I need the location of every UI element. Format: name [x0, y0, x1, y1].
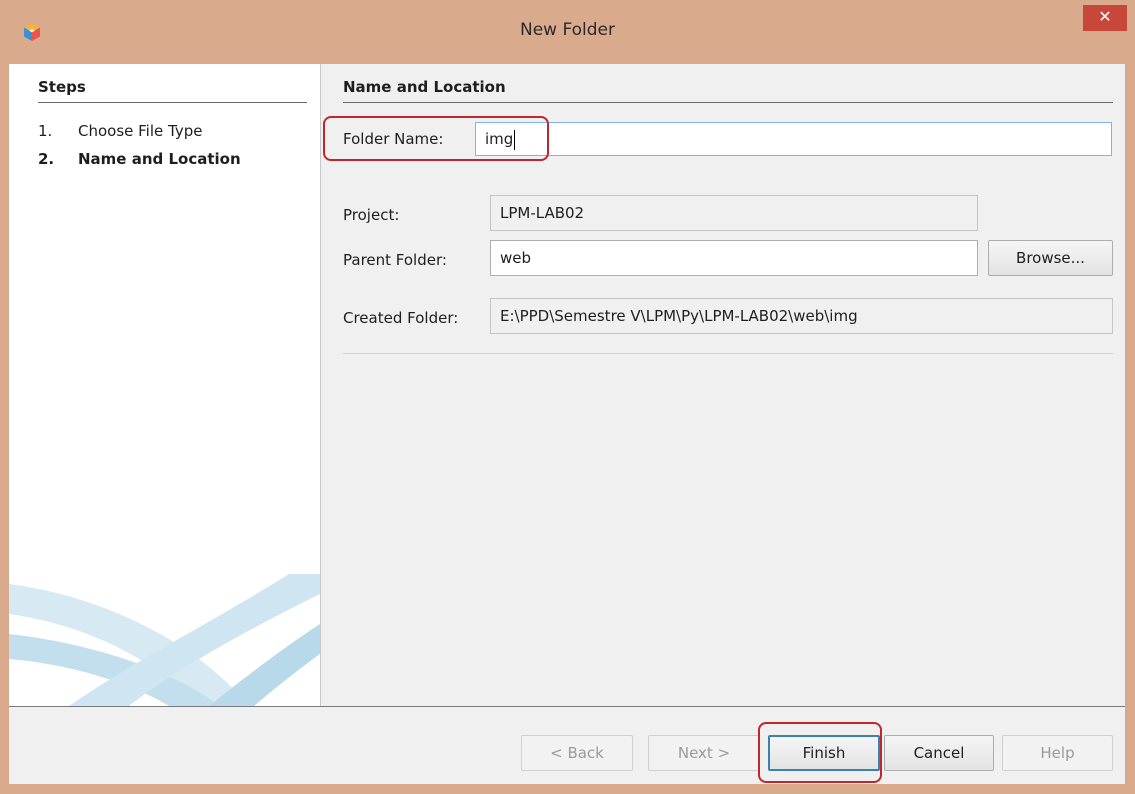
step-number: 1.: [38, 122, 53, 140]
panel-divider: [320, 64, 321, 706]
close-icon[interactable]: ✕: [1083, 5, 1127, 31]
form-separator: [343, 353, 1113, 354]
step-label: Choose File Type: [78, 122, 203, 140]
browse-button[interactable]: Browse...: [988, 240, 1113, 276]
title-bar[interactable]: New Folder ✕: [0, 0, 1135, 64]
parent-folder-field[interactable]: web: [490, 240, 978, 276]
folder-name-highlight: [323, 116, 549, 161]
step-label: Name and Location: [78, 150, 241, 168]
steps-panel: Steps 1. Choose File Type 2. Name and Loca…: [9, 64, 320, 706]
next-button[interactable]: Next >: [648, 735, 760, 771]
back-button[interactable]: < Back: [521, 735, 633, 771]
step-name-and-location: 2. Name and Location: [38, 150, 241, 168]
folder-name-field[interactable]: img: [475, 122, 1112, 156]
help-button[interactable]: Help: [1002, 735, 1113, 771]
section-divider: [343, 102, 1113, 103]
steps-divider: [38, 102, 307, 103]
created-folder-field: E:\PPD\Semestre V\LPM\Py\LPM-LAB02\web\i…: [490, 298, 1113, 334]
project-field: LPM-LAB02: [490, 195, 978, 231]
project-label: Project:: [343, 206, 400, 224]
parent-folder-label: Parent Folder:: [343, 251, 447, 269]
dialog-body: Steps 1. Choose File Type 2. Name and Loca…: [9, 64, 1125, 784]
cancel-button[interactable]: Cancel: [884, 735, 994, 771]
button-bar: < Back Next > Finish Cancel Help: [9, 707, 1125, 784]
window-title: New Folder: [519, 20, 616, 40]
step-number: 2.: [38, 150, 55, 168]
finish-highlight: [758, 722, 882, 783]
created-folder-label: Created Folder:: [343, 309, 459, 327]
section-heading: Name and Location: [343, 78, 506, 96]
steps-heading: Steps: [38, 78, 86, 96]
decorative-swoosh-graphic: [9, 574, 320, 706]
step-choose-file-type: 1. Choose File Type: [38, 122, 202, 140]
new-folder-dialog: New Folder ✕ Steps 1. Choose File Type 2.…: [0, 0, 1135, 794]
